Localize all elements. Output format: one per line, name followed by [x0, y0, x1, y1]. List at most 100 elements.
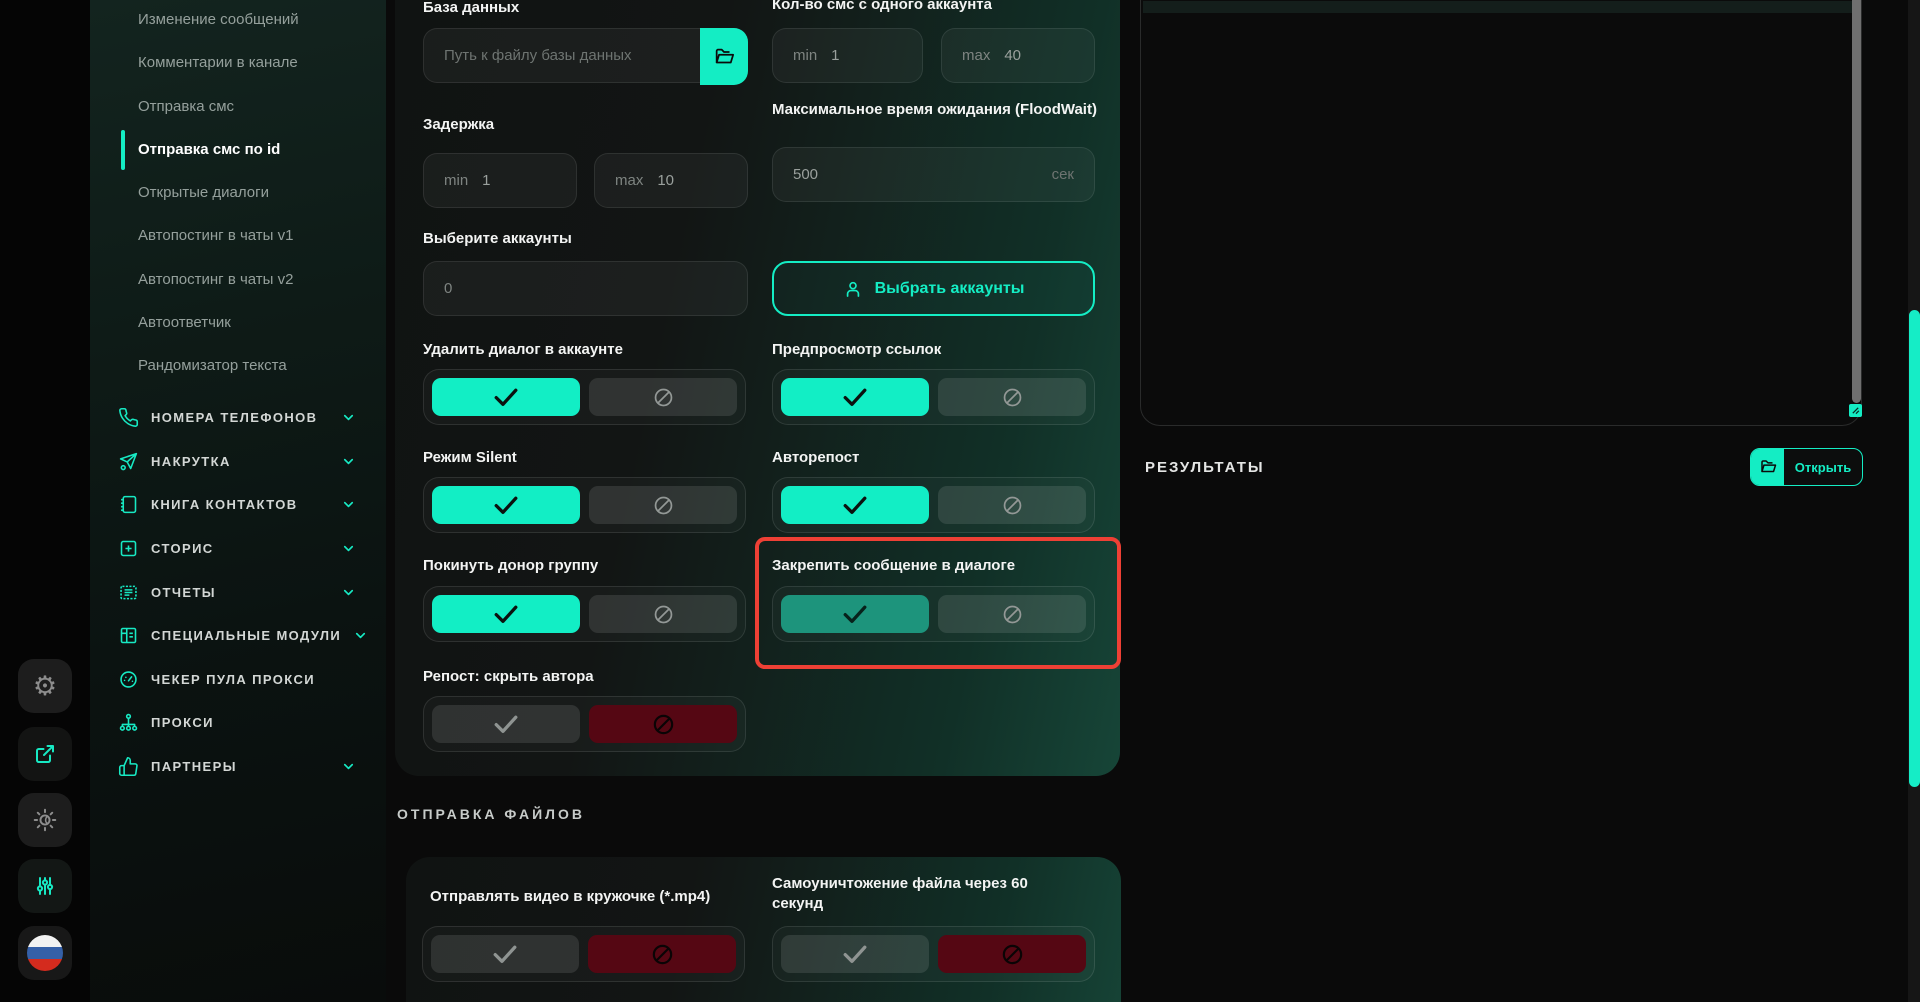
- panel-scrollbar-thumb[interactable]: [1852, 0, 1861, 403]
- language-button[interactable]: [18, 926, 72, 980]
- ban-icon: [1000, 942, 1025, 967]
- accounts-count-field[interactable]: 0: [423, 261, 748, 316]
- delay-label: Задержка: [423, 116, 494, 133]
- choose-accounts-button[interactable]: Выбрать аккаунты: [772, 261, 1095, 316]
- open-results-button[interactable]: Открыть: [1750, 448, 1863, 486]
- sidebar-section-proxy-pool-checker[interactable]: ЧЕКЕР ПУЛА ПРОКСИ: [90, 658, 386, 702]
- resize-handle[interactable]: [1849, 404, 1862, 417]
- sidebar-item-autoposting-v1[interactable]: Автопостинг в чаты v1: [90, 214, 386, 257]
- toggle-label: Режим Silent: [423, 449, 517, 466]
- toggle-yes-button[interactable]: [432, 705, 580, 743]
- ban-icon: [1001, 494, 1024, 517]
- min-prefix: min: [444, 172, 468, 189]
- toggle-delete-dialog: [423, 369, 746, 425]
- sidebar-item-send-sms-by-id[interactable]: Отправка смс по id: [90, 128, 386, 171]
- chevron-down-icon: [341, 541, 356, 556]
- receipt-icon: [118, 582, 139, 603]
- external-link-button[interactable]: [18, 727, 72, 781]
- sidebar-section-special-modules[interactable]: СПЕЦИАЛЬНЫЕ МОДУЛИ: [90, 614, 386, 658]
- network-icon: [118, 712, 139, 733]
- check-icon: [490, 943, 520, 965]
- toggle-yes-button[interactable]: [781, 935, 929, 973]
- toggle-no-button[interactable]: [589, 486, 737, 524]
- ban-icon: [650, 942, 675, 967]
- accounts-value: 0: [444, 280, 452, 297]
- sms-min-field[interactable]: min1: [772, 28, 923, 83]
- gauge-icon: [118, 669, 139, 690]
- contact-book-icon: [118, 494, 139, 515]
- ban-icon: [652, 603, 675, 626]
- page-scrollbar-thumb[interactable]: [1909, 310, 1920, 787]
- brightness-icon: [32, 807, 58, 833]
- toggle-yes-button[interactable]: [781, 486, 929, 524]
- toggle-link-preview: [772, 369, 1095, 425]
- toggle-yes-button[interactable]: [432, 378, 580, 416]
- toggle-label: Отправлять видео в кружочке (*.mp4): [430, 888, 770, 905]
- toggle-yes-button[interactable]: [432, 595, 580, 633]
- toggle-yes-button[interactable]: [431, 935, 579, 973]
- sidebar-section-proxy[interactable]: ПРОКСИ: [90, 701, 386, 745]
- toggle-label: Самоуничтожение файла через 60 секунд: [772, 874, 1082, 914]
- delay-max-field[interactable]: max10: [594, 153, 748, 208]
- db-label: База данных: [423, 0, 519, 16]
- open-button-label: Открыть: [1784, 449, 1862, 485]
- files-card: Отправлять видео в кружочке (*.mp4) Само…: [406, 857, 1121, 1002]
- floodwait-field[interactable]: 500 сек: [772, 147, 1095, 202]
- section-label: ПАРТНЕРЫ: [151, 759, 237, 774]
- person-icon: [843, 279, 863, 299]
- min-prefix: min: [793, 47, 817, 64]
- delay-min-field[interactable]: min1: [423, 153, 577, 208]
- settings-button[interactable]: ⚙: [18, 659, 72, 713]
- toggle-label: Покинуть донор группу: [423, 557, 598, 574]
- sidebar-section-boosting[interactable]: НАКРУТКА: [90, 440, 386, 484]
- check-icon: [840, 943, 870, 965]
- theme-button[interactable]: [18, 793, 72, 847]
- toggle-no-button[interactable]: [589, 595, 737, 633]
- check-icon: [840, 386, 870, 408]
- sidebar-section-contact-book[interactable]: КНИГА КОНТАКТОВ: [90, 483, 386, 527]
- db-browse-button[interactable]: [700, 28, 748, 85]
- toggle-yes-button[interactable]: [432, 486, 580, 524]
- choose-accounts-label: Выбрать аккаунты: [875, 280, 1025, 298]
- sidebar-item-edit-messages[interactable]: Изменение сообщений: [90, 0, 386, 41]
- sidebar-item-send-sms[interactable]: Отправка смс: [90, 85, 386, 128]
- sms-count-label: Кол-во смс с одного аккаунта: [772, 0, 992, 13]
- section-label: КНИГА КОНТАКТОВ: [151, 497, 298, 512]
- sidebar-section-phone-numbers[interactable]: НОМЕРА ТЕЛЕФОНОВ: [90, 396, 386, 440]
- toggle-round-video: [422, 926, 745, 982]
- sidebar-item-channel-comments[interactable]: Комментарии в канале: [90, 41, 386, 84]
- sidebar-item-open-dialogs[interactable]: Открытые диалоги: [90, 171, 386, 214]
- modules-icon: [118, 625, 139, 646]
- folder-icon: [713, 46, 735, 68]
- toggle-no-button[interactable]: [938, 486, 1086, 524]
- sms-max-field[interactable]: max40: [941, 28, 1095, 83]
- max-value: 40: [1004, 47, 1021, 64]
- toggle-no-button[interactable]: [938, 378, 1086, 416]
- plus-square-icon: [118, 538, 139, 559]
- sidebar-section-partners[interactable]: ПАРТНЕРЫ: [90, 745, 386, 789]
- filters-button[interactable]: [18, 859, 72, 913]
- toggle-no-button[interactable]: [589, 705, 737, 743]
- toggle-label: Авторепост: [772, 449, 859, 466]
- sidebar-item-text-randomizer[interactable]: Рандомизатор текста: [90, 344, 386, 387]
- sidebar-section-stories[interactable]: СТОРИС: [90, 527, 386, 571]
- sidebar-item-autoresponder[interactable]: Автоответчик: [90, 301, 386, 344]
- results-heading: РЕЗУЛЬТАТЫ: [1145, 459, 1265, 476]
- annotation-highlight-box: [755, 537, 1121, 669]
- check-icon: [491, 494, 521, 516]
- sidebar-section-reports[interactable]: ОТЧЕТЫ: [90, 570, 386, 614]
- db-path-input[interactable]: [424, 46, 697, 65]
- toggle-label: Репост: скрыть автора: [423, 668, 594, 685]
- toggle-no-button[interactable]: [588, 935, 736, 973]
- toggle-yes-button[interactable]: [781, 378, 929, 416]
- sidebar-item-autoposting-v2[interactable]: Автопостинг в чаты v2: [90, 258, 386, 301]
- toggle-silent-mode: [423, 477, 746, 533]
- toggle-no-button[interactable]: [938, 935, 1086, 973]
- resize-grip-icon: [1851, 406, 1860, 415]
- log-output-panel[interactable]: [1140, 0, 1862, 426]
- chevron-down-icon: [341, 454, 356, 469]
- toggle-no-button[interactable]: [589, 378, 737, 416]
- panel-top-strip: [1143, 1, 1861, 13]
- section-label: СТОРИС: [151, 541, 214, 556]
- chevron-down-icon: [341, 759, 356, 774]
